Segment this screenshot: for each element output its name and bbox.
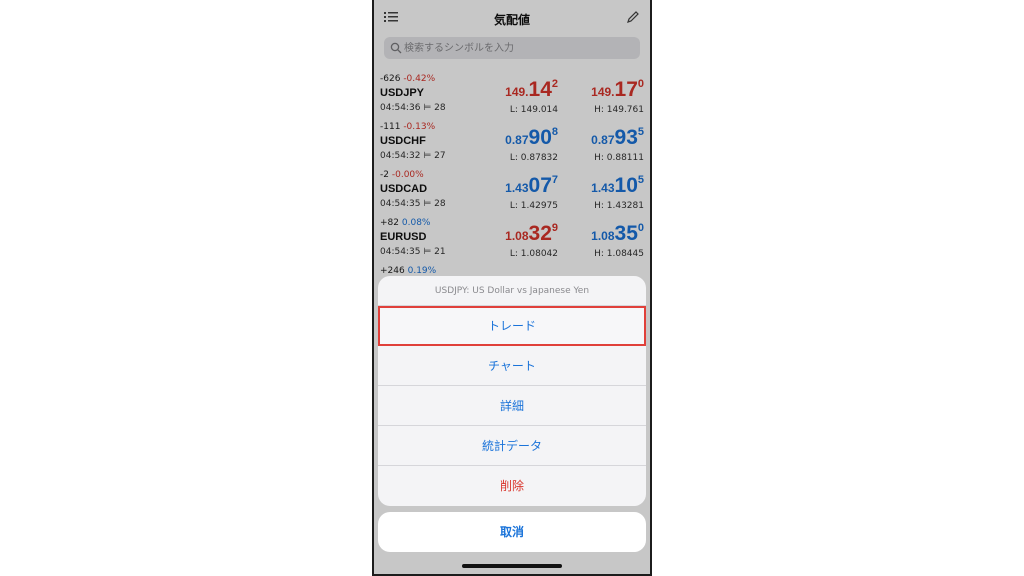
cancel-button[interactable]: 取消 — [378, 512, 646, 552]
details-button[interactable]: 詳細 — [378, 386, 646, 426]
delete-button[interactable]: 削除 — [378, 466, 646, 506]
action-sheet-title: USDJPY: US Dollar vs Japanese Yen — [378, 276, 646, 306]
home-indicator[interactable] — [462, 564, 562, 568]
chart-button[interactable]: チャート — [378, 346, 646, 386]
statistics-button[interactable]: 統計データ — [378, 426, 646, 466]
action-sheet: USDJPY: US Dollar vs Japanese Yen トレード チ… — [378, 276, 646, 506]
phone-frame: 気配値 -626 -0.42% USDJPY 04:54:36 ⊨ 28 149… — [372, 0, 652, 576]
screen: 気配値 -626 -0.42% USDJPY 04:54:36 ⊨ 28 149… — [374, 0, 650, 574]
trade-button[interactable]: トレード — [378, 306, 646, 346]
